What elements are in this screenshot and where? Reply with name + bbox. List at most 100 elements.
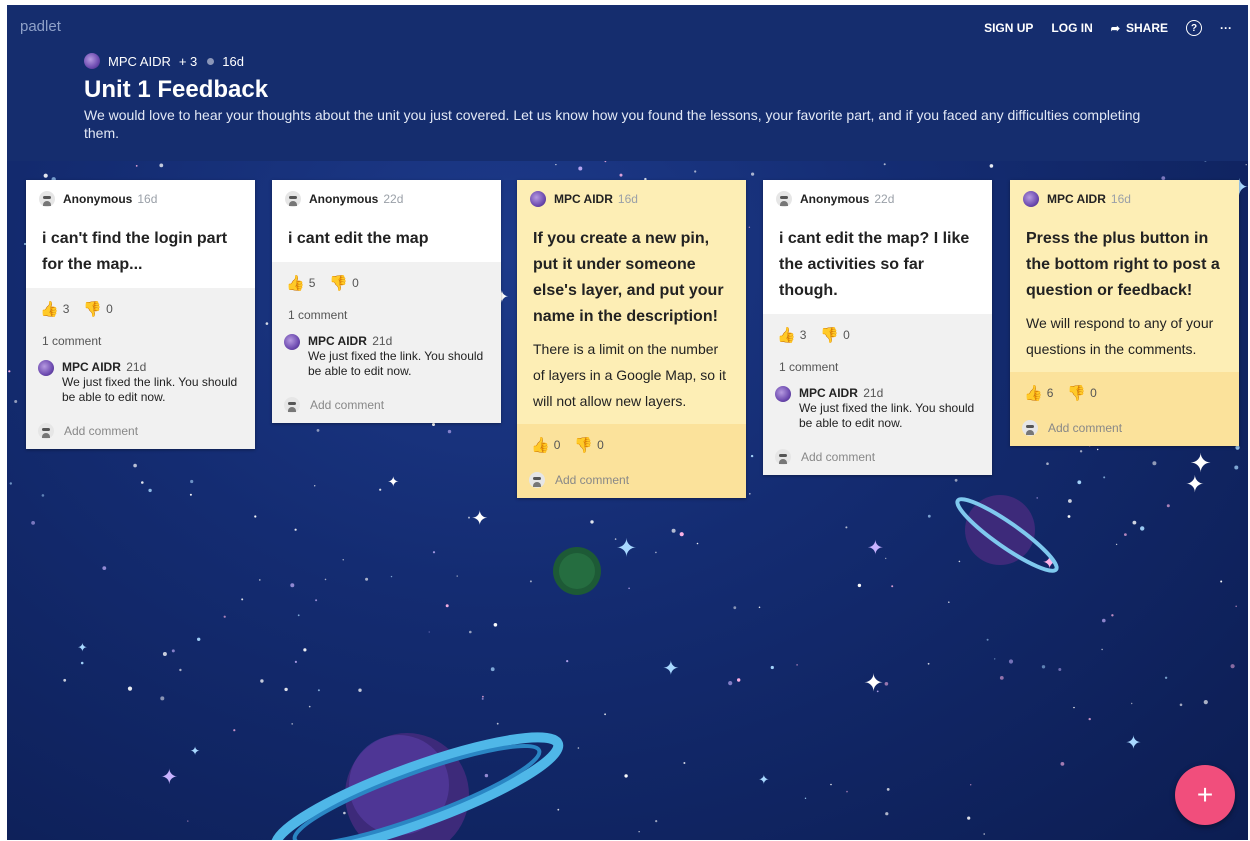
board-meta: MPC AIDR + 3 16d <box>84 53 244 69</box>
add-comment-button[interactable]: Add comment <box>517 454 746 488</box>
thumbs-down-icon[interactable]: 👎 <box>1067 384 1086 402</box>
post-age: 16d <box>137 192 158 206</box>
add-comment-button[interactable]: Add comment <box>26 405 255 439</box>
comment-age: 21d <box>126 360 147 374</box>
anonymous-avatar <box>1022 420 1038 436</box>
commenter-avatar <box>284 334 300 350</box>
commenter-avatar <box>775 386 791 402</box>
reactions: 👍 5 👎 0 <box>272 262 501 292</box>
thumbs-down-icon[interactable]: 👎 <box>329 274 348 292</box>
post-subject: Press the plus button in the bottom righ… <box>1026 230 1220 299</box>
share-arrow-icon: ➦ <box>1110 22 1120 35</box>
post-subject: i cant edit the map? I like the activiti… <box>779 230 970 299</box>
share-button[interactable]: ➦ SHARE <box>1111 21 1168 35</box>
anonymous-avatar <box>285 191 301 207</box>
padlet-logo[interactable]: padlet <box>20 18 61 35</box>
thumbs-down-icon[interactable]: 👎 <box>820 326 839 344</box>
post-body: There is a limit on the number of layers… <box>533 341 726 409</box>
post-header: MPC AIDR 16d <box>1010 180 1239 218</box>
add-comment-button[interactable]: Add comment <box>1010 402 1239 436</box>
post-subject: i cant edit the map <box>288 230 429 247</box>
add-comment-button[interactable]: Add comment <box>272 379 501 413</box>
thumbs-up-icon[interactable]: 👍 <box>40 300 59 318</box>
owner-name[interactable]: MPC AIDR <box>108 54 171 69</box>
more-options-button[interactable]: ··· <box>1220 21 1232 35</box>
post-card[interactable]: Anonymous 22d i cant edit the map 👍 5 👎 … <box>272 180 501 423</box>
thumbs-down-icon[interactable]: 👎 <box>83 300 102 318</box>
comment-text: We just fixed the link. You should be ab… <box>62 375 238 404</box>
top-nav: SIGN UP LOG IN ➦ SHARE ? ··· <box>966 20 1232 36</box>
reactions: 👍 3 👎 0 <box>26 288 255 318</box>
comment-count[interactable]: 1 comment <box>272 292 501 322</box>
thumbs-up-icon[interactable]: 👍 <box>777 326 796 344</box>
add-post-button[interactable]: + <box>1175 765 1235 825</box>
svg-text:✦: ✦ <box>663 658 680 680</box>
planet-ringed-bottom <box>270 732 564 840</box>
svg-text:✦: ✦ <box>758 772 769 787</box>
log-in-button[interactable]: LOG IN <box>1051 21 1092 35</box>
comment: MPC AIDR 21d We just fixed the link. You… <box>272 322 501 379</box>
author-avatar <box>1023 191 1039 207</box>
post-footer: 👍 3 👎 0 1 comment MPC AIDR 21d We just f… <box>26 288 255 449</box>
dislike-count: 0 <box>843 328 850 342</box>
thumbs-down-icon[interactable]: 👎 <box>574 436 593 454</box>
svg-text:✦: ✦ <box>471 508 488 530</box>
comment: MPC AIDR 21d We just fixed the link. You… <box>763 374 992 431</box>
add-comment-label: Add comment <box>1048 421 1123 435</box>
post-author: Anonymous <box>800 192 870 206</box>
post-card[interactable]: Anonymous 22d i cant edit the map? I lik… <box>763 180 992 475</box>
commenter-avatar <box>38 360 54 376</box>
comment-count[interactable]: 1 comment <box>26 318 255 348</box>
like-count: 3 <box>799 328 807 342</box>
reactions: 👍 0 👎 0 <box>517 424 746 454</box>
reactions: 👍 3 👎 0 <box>763 314 992 344</box>
thumbs-up-icon[interactable]: 👍 <box>1024 384 1043 402</box>
add-comment-button[interactable]: Add comment <box>763 431 992 465</box>
post-age: 22d <box>383 192 404 206</box>
comment: MPC AIDR 21d We just fixed the link. You… <box>26 348 255 405</box>
dislike-count: 0 <box>106 302 113 316</box>
comment-author: MPC AIDR <box>308 334 367 348</box>
post-footer: 👍 3 👎 0 1 comment MPC AIDR 21d We just f… <box>763 314 992 475</box>
post-header: Anonymous 22d <box>763 180 992 218</box>
svg-text:✦: ✦ <box>1185 471 1204 497</box>
post-age: 22d <box>874 192 895 206</box>
add-comment-label: Add comment <box>310 398 385 412</box>
dislike-count: 0 <box>352 276 359 290</box>
post-card[interactable]: MPC AIDR 16d Press the plus button in th… <box>1010 180 1239 446</box>
post-age: 16d <box>1110 192 1131 206</box>
page-title: Unit 1 Feedback <box>84 76 269 103</box>
post-subject: i can't find the login part for the map.… <box>42 230 228 273</box>
post-card[interactable]: MPC AIDR 16d If you create a new pin, pu… <box>517 180 746 498</box>
post-age: 16d <box>617 192 638 206</box>
thumbs-up-icon[interactable]: 👍 <box>531 436 550 454</box>
post-footer: 👍 6 👎 0 Add comment <box>1010 372 1239 446</box>
help-icon: ? <box>1186 20 1202 36</box>
collaborator-count[interactable]: + 3 <box>179 54 197 69</box>
svg-text:✦: ✦ <box>1126 733 1142 754</box>
svg-text:✦: ✦ <box>616 534 637 562</box>
post-subject: If you create a new pin, put it under so… <box>533 230 724 325</box>
post-author: Anonymous <box>63 192 133 206</box>
comment-author: MPC AIDR <box>62 360 121 374</box>
post-card[interactable]: Anonymous 16d i can't find the login par… <box>26 180 255 449</box>
post-author: MPC AIDR <box>1047 192 1106 206</box>
post-footer: 👍 5 👎 0 1 comment MPC AIDR 21d We just f… <box>272 262 501 423</box>
help-button[interactable]: ? <box>1186 20 1202 36</box>
svg-text:✦: ✦ <box>387 474 399 490</box>
anonymous-avatar <box>39 191 55 207</box>
sign-up-button[interactable]: SIGN UP <box>984 21 1033 35</box>
reactions: 👍 6 👎 0 <box>1010 372 1239 402</box>
like-count: 6 <box>1046 386 1054 400</box>
post-header: Anonymous 16d <box>26 180 255 218</box>
owner-avatar[interactable] <box>84 53 100 69</box>
board-header: padlet SIGN UP LOG IN ➦ SHARE ? ··· MPC … <box>7 5 1248 161</box>
comment-count[interactable]: 1 comment <box>763 344 992 374</box>
like-count: 5 <box>308 276 316 290</box>
post-author: MPC AIDR <box>554 192 613 206</box>
anonymous-avatar <box>284 397 300 413</box>
thumbs-up-icon[interactable]: 👍 <box>286 274 305 292</box>
board-age: 16d <box>222 53 244 69</box>
post-header: MPC AIDR 16d <box>517 180 746 218</box>
add-comment-label: Add comment <box>801 450 876 464</box>
